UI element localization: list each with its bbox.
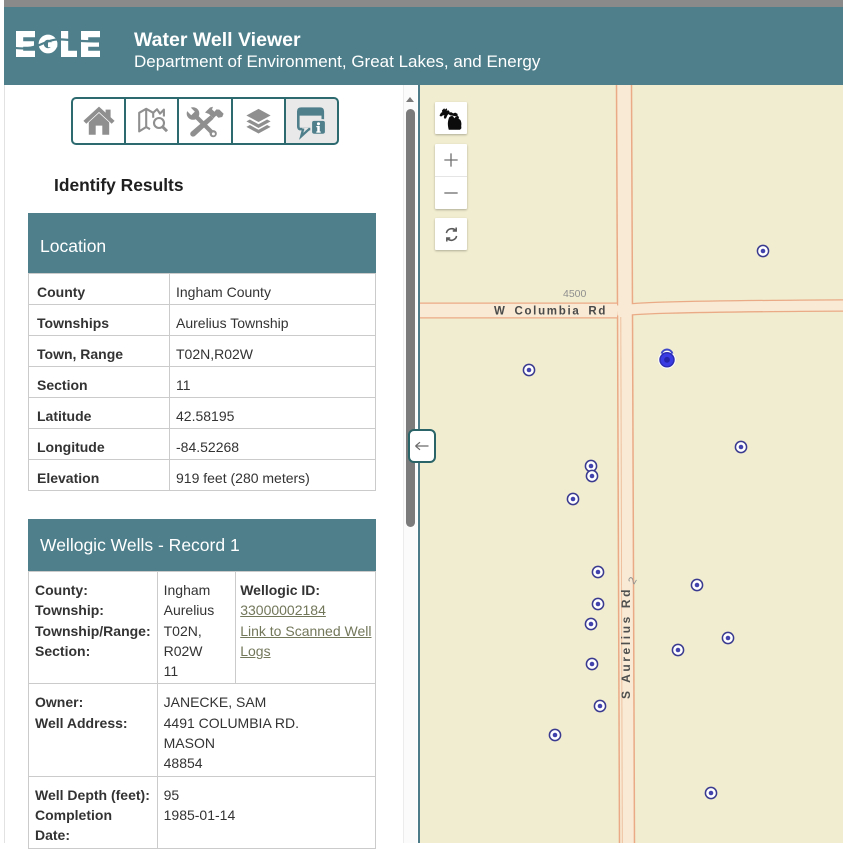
- svg-text:4500: 4500: [563, 288, 587, 300]
- svg-text:W Columbia Rd: W Columbia Rd: [494, 306, 607, 318]
- svg-text:S Aurelius Rd: S Aurelius Rd: [619, 587, 633, 699]
